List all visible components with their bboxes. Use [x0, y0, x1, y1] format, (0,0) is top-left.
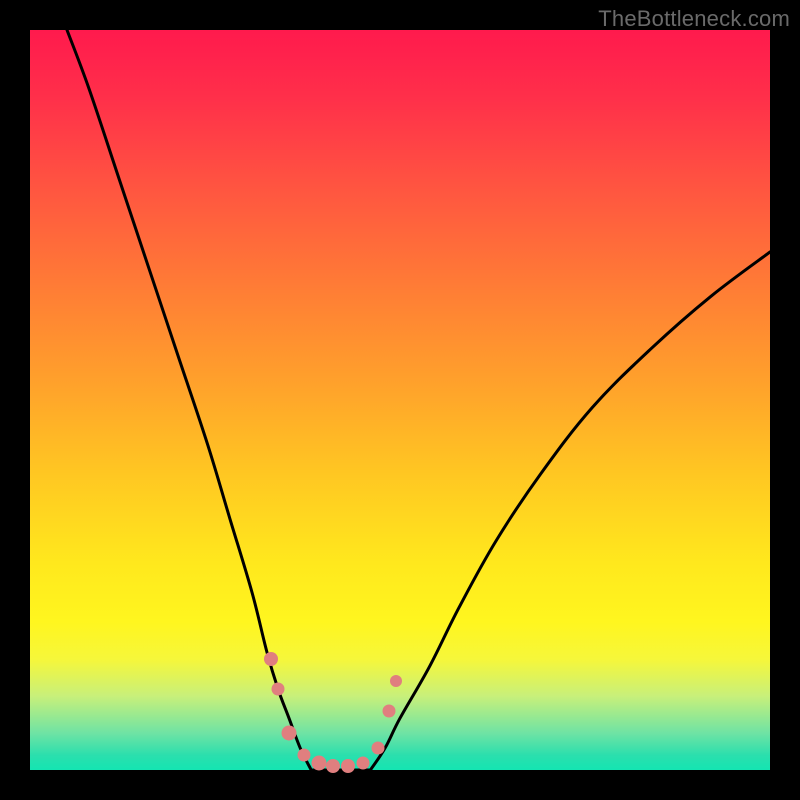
data-marker [311, 755, 326, 770]
data-marker [390, 675, 402, 687]
data-marker [371, 741, 384, 754]
chart-frame: TheBottleneck.com [0, 0, 800, 800]
data-marker [341, 759, 355, 773]
plot-area [30, 30, 770, 770]
markers-layer [30, 30, 770, 770]
data-marker [271, 682, 284, 695]
data-marker [297, 749, 310, 762]
data-marker [382, 704, 395, 717]
data-marker [282, 726, 297, 741]
data-marker [326, 759, 340, 773]
watermark-text: TheBottleneck.com [598, 6, 790, 32]
data-marker [264, 652, 278, 666]
data-marker [357, 756, 370, 769]
